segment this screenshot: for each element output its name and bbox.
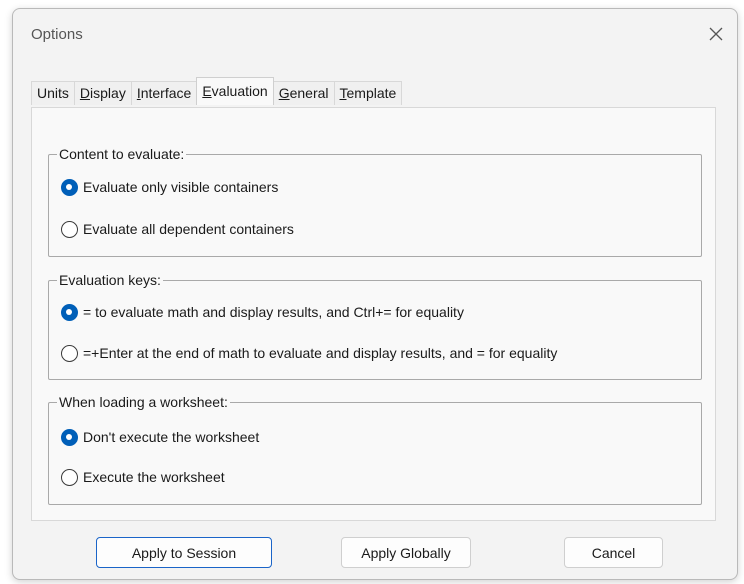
tab-evaluation[interactable]: Evaluation xyxy=(196,77,274,105)
tab-display[interactable]: Display xyxy=(73,81,132,105)
apply-globally-button[interactable]: Apply Globally xyxy=(341,537,471,568)
window-title: Options xyxy=(31,26,83,43)
radio-label: Evaluate only visible containers xyxy=(83,179,279,195)
evaluation-keys-legend: Evaluation keys: xyxy=(59,272,161,288)
evaluation-keys-group: Evaluation keys: = to evaluate math and … xyxy=(48,272,702,380)
tab-general[interactable]: General xyxy=(272,81,335,105)
radio-visible-containers[interactable]: Evaluate only visible containers xyxy=(61,176,278,198)
radio-execute[interactable]: Execute the worksheet xyxy=(61,466,225,488)
radio-button[interactable] xyxy=(61,344,78,362)
radio-equals-evaluate[interactable]: = to evaluate math and display results, … xyxy=(61,301,464,323)
radio-button[interactable] xyxy=(61,220,78,238)
radio-button[interactable] xyxy=(61,178,78,196)
dialog-buttons: Apply to Session Apply Globally Cancel xyxy=(13,531,737,571)
radio-button[interactable] xyxy=(61,428,78,446)
title-bar: Options xyxy=(13,9,737,61)
tab-mnemonic: T xyxy=(339,85,347,101)
tab-interface[interactable]: Interface xyxy=(130,81,198,105)
close-button[interactable] xyxy=(701,19,731,49)
tab-strip: Units Display Interface Evaluation Gener… xyxy=(31,77,403,105)
tab-mnemonic: G xyxy=(278,85,290,101)
content-to-evaluate-group: Content to evaluate: Evaluate only visib… xyxy=(48,146,702,257)
radio-dependent-containers[interactable]: Evaluate all dependent containers xyxy=(61,218,294,240)
tab-template[interactable]: Template xyxy=(333,81,403,105)
cancel-button[interactable]: Cancel xyxy=(564,537,663,568)
options-dialog: Options Units Display Interface Evaluati… xyxy=(12,8,738,580)
radio-label: Execute the worksheet xyxy=(83,469,225,485)
close-icon xyxy=(709,27,723,41)
radio-label: Don't execute the worksheet xyxy=(83,429,260,445)
radio-button[interactable] xyxy=(61,303,78,321)
radio-equals-enter-evaluate[interactable]: =+Enter at the end of math to evaluate a… xyxy=(61,342,557,364)
radio-label: =+Enter at the end of math to evaluate a… xyxy=(83,345,558,361)
tab-mnemonic: E xyxy=(202,83,212,99)
radio-dont-execute[interactable]: Don't execute the worksheet xyxy=(61,426,259,448)
loading-worksheet-legend: When loading a worksheet: xyxy=(59,394,228,410)
tab-mnemonic: I xyxy=(136,85,141,101)
content-to-evaluate-legend: Content to evaluate: xyxy=(59,146,185,162)
tab-mnemonic: D xyxy=(79,85,91,101)
radio-button[interactable] xyxy=(61,468,78,486)
radio-label: Evaluate all dependent containers xyxy=(83,221,294,237)
apply-to-session-button[interactable]: Apply to Session xyxy=(96,537,272,568)
evaluation-panel: Content to evaluate: Evaluate only visib… xyxy=(31,107,716,521)
radio-label: = to evaluate math and display results, … xyxy=(83,304,464,320)
loading-worksheet-group: When loading a worksheet: Don't execute … xyxy=(48,394,702,505)
tab-units[interactable]: Units xyxy=(31,81,75,105)
